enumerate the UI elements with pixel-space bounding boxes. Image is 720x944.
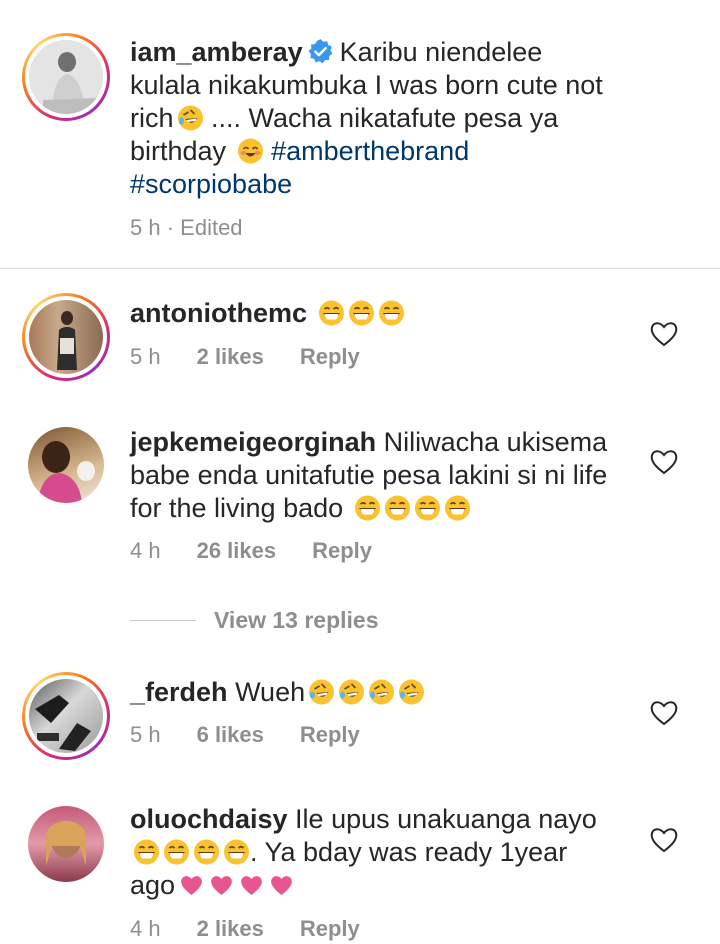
comment-username[interactable]: _ferdeh <box>130 677 228 707</box>
like-heart-icon[interactable] <box>648 824 680 854</box>
comment-meta: 4 h 26 likes Reply <box>130 536 372 566</box>
rofl-emoji-icon <box>368 679 396 705</box>
grin-emoji-icon <box>377 300 405 326</box>
comment-time: 4 h <box>130 538 161 563</box>
grin-emoji-icon <box>353 495 381 521</box>
avatar-image <box>28 806 104 882</box>
replies-line <box>130 619 196 621</box>
like-heart-icon[interactable] <box>648 318 680 348</box>
reply-button[interactable]: Reply <box>300 342 360 372</box>
person-silhouette-icon <box>29 40 103 114</box>
rofl-emoji-icon <box>338 679 366 705</box>
grin-emoji-icon <box>163 839 190 865</box>
person-photo-icon <box>46 821 86 866</box>
grin-emoji-icon <box>193 839 220 865</box>
avatar-oluochdaisy[interactable] <box>22 800 110 888</box>
rofl-emoji-icon <box>398 679 426 705</box>
caption-divider <box>0 268 720 269</box>
pink-heart-emoji-icon <box>271 876 292 895</box>
hashtag-amberthebrand[interactable]: #amberthebrand <box>271 136 469 166</box>
caption-username[interactable]: iam_amberay <box>130 37 303 67</box>
comment-body: Ile upus unakuanga nayo <box>295 804 597 834</box>
like-heart-icon[interactable] <box>648 446 680 476</box>
pink-heart-emoji-icon <box>241 876 262 895</box>
hashtag-scorpiobabe[interactable]: #scorpiobabe <box>130 169 292 199</box>
comment-time: 5 h <box>130 722 161 747</box>
like-heart-icon[interactable] <box>648 697 680 727</box>
comment-text: jepkemeigeorginah Niliwacha ukisema babe… <box>130 426 610 525</box>
view-replies-button[interactable]: View 13 replies <box>130 603 379 637</box>
person-photo-icon <box>57 311 77 370</box>
comment-text: _ferdeh Wueh <box>130 676 610 709</box>
smiling-emoji-icon <box>236 138 264 164</box>
comment-username[interactable]: antoniothemc <box>130 298 307 328</box>
comment-likes[interactable]: 2 likes <box>197 914 264 944</box>
comment-meta: 4 h 2 likes Reply <box>130 914 360 944</box>
reply-button[interactable]: Reply <box>312 536 372 566</box>
avatar-iam-amberay[interactable] <box>22 33 110 121</box>
edited-label: Edited <box>180 215 243 240</box>
grin-emoji-icon <box>347 300 375 326</box>
avatar-ferdeh[interactable] <box>22 672 110 760</box>
grin-emoji-icon <box>383 495 411 521</box>
avatar-image <box>29 679 103 753</box>
caption-meta: 5 h · Edited <box>130 213 243 243</box>
reply-button[interactable]: Reply <box>300 720 360 750</box>
grin-emoji-icon <box>133 839 160 865</box>
rofl-emoji-icon <box>308 679 336 705</box>
comment-body: Wueh <box>235 677 306 707</box>
comment-likes[interactable]: 6 likes <box>197 720 264 750</box>
avatar-jepkemeigeorginah[interactable] <box>22 421 110 509</box>
grin-emoji-icon <box>413 495 441 521</box>
grin-emoji-icon <box>223 839 250 865</box>
avatar-antoniothemc[interactable] <box>22 293 110 381</box>
verified-badge-icon <box>308 39 333 64</box>
comment-meta: 5 h 2 likes Reply <box>130 342 360 372</box>
comment-text: antoniothemc <box>130 297 610 330</box>
rofl-emoji-icon <box>176 105 204 131</box>
meta-separator: · <box>160 215 181 240</box>
comment-likes[interactable]: 26 likes <box>197 536 277 566</box>
comment-username[interactable]: oluochdaisy <box>130 804 288 834</box>
person-photo-icon <box>38 441 95 503</box>
avatar-image <box>28 427 104 503</box>
avatar-image <box>29 300 103 374</box>
comment-time: 4 h <box>130 916 161 941</box>
comment-meta: 5 h 6 likes Reply <box>130 720 360 750</box>
caption-text: iam_amberay Karibu niendelee kulala nika… <box>130 36 610 201</box>
grin-emoji-icon <box>317 300 345 326</box>
avatar-image <box>29 40 103 114</box>
comment-username[interactable]: jepkemeigeorginah <box>130 427 376 457</box>
grin-emoji-icon <box>443 495 471 521</box>
comment-time: 5 h <box>130 344 161 369</box>
caption-time: 5 h <box>130 215 161 240</box>
reply-button[interactable]: Reply <box>300 914 360 944</box>
pink-heart-emoji-icon <box>211 876 232 895</box>
view-replies-label: View 13 replies <box>214 606 379 633</box>
shoes-photo-icon <box>35 695 91 751</box>
comment-text: oluochdaisy Ile upus unakuanga nayo . Ya… <box>130 803 610 902</box>
pink-heart-emoji-icon <box>181 876 202 895</box>
comment-likes[interactable]: 2 likes <box>197 342 264 372</box>
